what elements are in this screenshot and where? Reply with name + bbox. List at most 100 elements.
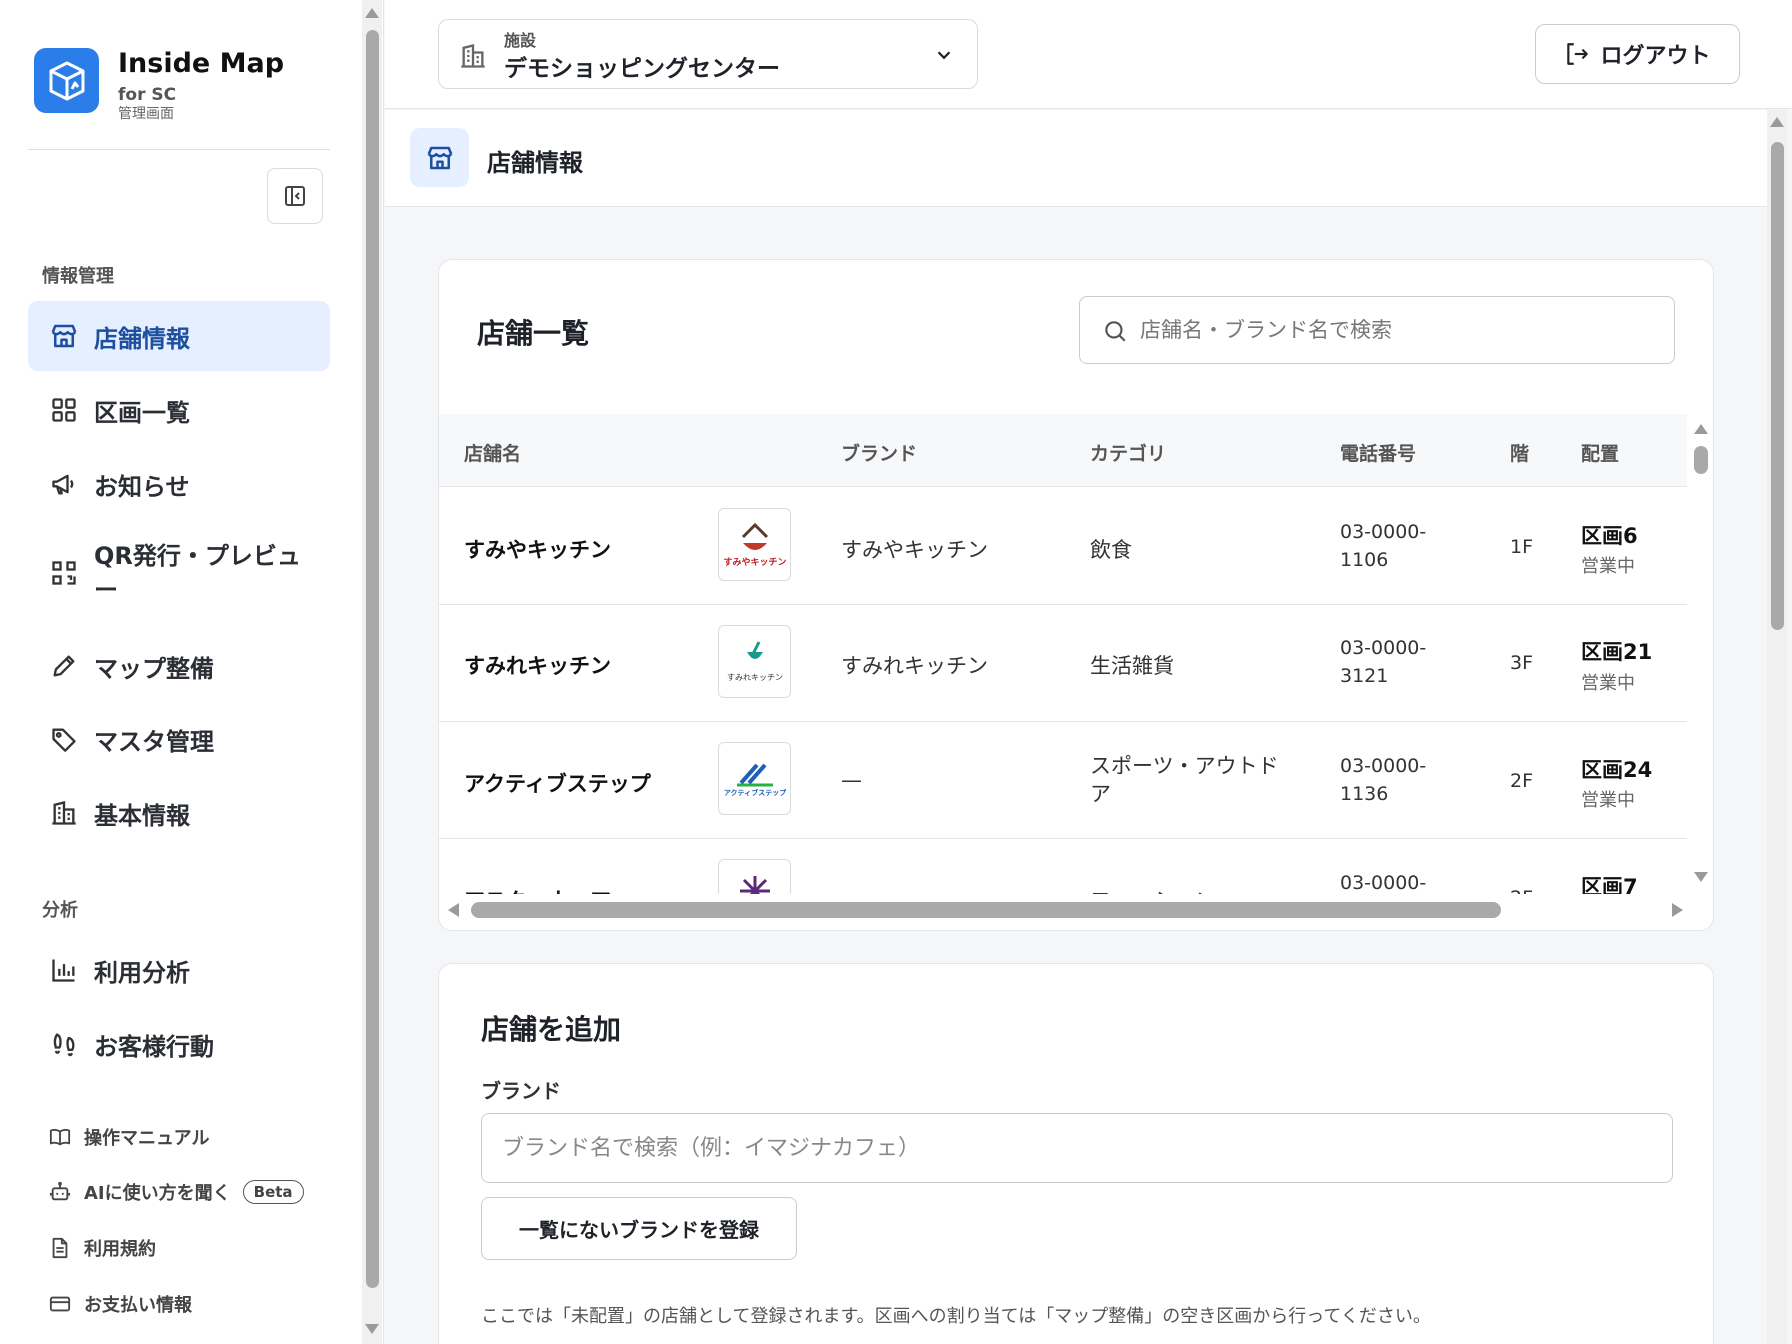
- credit-card-icon: [48, 1292, 72, 1316]
- column-header-phone[interactable]: 電話番号: [1340, 439, 1416, 466]
- sidebar-item-label: 店舗情報: [94, 324, 190, 353]
- sidebar-scroll-thumb[interactable]: [366, 30, 379, 1288]
- store-icon: [410, 128, 469, 187]
- logo-text: すみれキッチン: [727, 673, 783, 682]
- sidebar-item-news[interactable]: お知らせ: [28, 449, 330, 519]
- store-logo: すみやキッチン: [718, 508, 791, 581]
- chevron-down-icon: [933, 44, 955, 70]
- store-table: 店舗名 ブランド カテゴリ 電話番号 階 配置 すみやキッチン すみやキッチン …: [439, 414, 1687, 894]
- facility-label: 施設: [504, 31, 537, 50]
- sidebar-item-basic-info[interactable]: 基本情報: [28, 778, 330, 848]
- sidebar-footer-manual[interactable]: 操作マニュアル: [48, 1124, 209, 1150]
- column-header-name[interactable]: 店舗名: [464, 439, 521, 466]
- sidebar-item-sections[interactable]: 区画一覧: [28, 375, 330, 445]
- pencil-icon: [48, 650, 80, 682]
- collapse-sidebar-button[interactable]: [267, 168, 323, 224]
- slot[interactable]: 区画6: [1581, 520, 1638, 550]
- logo-text: すみやキッチン: [723, 557, 786, 568]
- book-icon: [48, 1125, 72, 1149]
- building-icon: [459, 42, 487, 74]
- store-list-title: 店舗一覧: [477, 317, 590, 350]
- logo-text: アクティブステップ: [723, 788, 786, 797]
- document-icon: [48, 1236, 72, 1260]
- column-header-brand[interactable]: ブランド: [841, 439, 917, 466]
- column-header-floor[interactable]: 階: [1510, 439, 1529, 466]
- scroll-left-arrow-icon[interactable]: [448, 903, 459, 917]
- slot[interactable]: 区画7: [1581, 871, 1638, 894]
- sidebar-item-label: 基本情報: [94, 801, 190, 830]
- sidebar-item-qr[interactable]: QR発行・プレビュー: [28, 533, 330, 613]
- table-row[interactable]: すみれキッチン すみれキッチン すみれキッチン 生活雑貨 03-0000- 312…: [439, 605, 1687, 722]
- status-badge: 営業中: [1581, 673, 1635, 694]
- floor: 1F: [1510, 536, 1534, 558]
- brand-search-input[interactable]: [481, 1113, 1673, 1183]
- add-store-title: 店舗を追加: [481, 1013, 622, 1046]
- store-search[interactable]: [1079, 296, 1675, 364]
- floor: 3F: [1510, 652, 1534, 674]
- footer-item-label: AIに使い方を聞く: [84, 1183, 231, 1204]
- megaphone-icon: [48, 468, 80, 500]
- scroll-down-arrow-icon[interactable]: [1694, 872, 1708, 882]
- sidebar-footer-ask-ai[interactable]: AIに使い方を聞く Beta: [48, 1179, 304, 1205]
- sidebar-item-stores[interactable]: 店舗情報: [28, 301, 330, 371]
- category: スポーツ・アウトドア: [1090, 754, 1279, 806]
- logout-button[interactable]: ログアウト: [1535, 24, 1740, 84]
- section-label-info: 情報管理: [42, 266, 114, 287]
- add-store-note: ここでは「未配置」の店舗として登録されます。区画への割り当ては「マップ整備」の空…: [481, 1306, 1431, 1327]
- phone-number: 03-0000- 1106: [1340, 521, 1427, 571]
- store-logo: [718, 859, 791, 894]
- search-icon: [1102, 318, 1128, 348]
- grid-icon: [48, 394, 80, 426]
- column-header-placement[interactable]: 配置: [1581, 439, 1619, 466]
- scroll-down-arrow-icon[interactable]: [365, 1324, 379, 1334]
- table-row[interactable]: アスターウェア — ファッション 03-0000- 2F 区画7: [439, 839, 1687, 894]
- store-name: すみやキッチン: [464, 538, 611, 562]
- table-scroll-thumb[interactable]: [1694, 446, 1708, 474]
- sidebar-item-master[interactable]: マスタ管理: [28, 704, 330, 774]
- app-subtitle-admin: 管理画面: [118, 106, 174, 122]
- sidebar-item-label: 区画一覧: [94, 398, 190, 427]
- sidebar-footer-billing[interactable]: お支払い情報: [48, 1291, 192, 1317]
- section-label-analysis: 分析: [42, 900, 78, 921]
- main-scroll-thumb[interactable]: [1771, 142, 1784, 630]
- sidebar-item-map[interactable]: マップ整備: [28, 631, 330, 701]
- table-vertical-scrollbar[interactable]: [1687, 414, 1713, 894]
- slot[interactable]: 区画21: [1581, 636, 1652, 666]
- register-brand-button[interactable]: 一覧にないブランドを登録: [481, 1197, 797, 1260]
- brand-name: —: [841, 768, 862, 792]
- column-header-category[interactable]: カテゴリ: [1090, 439, 1166, 466]
- table-horizontal-scrollbar[interactable]: [439, 894, 1713, 930]
- app-logo-icon: [34, 48, 99, 113]
- sidebar-item-customer-behavior[interactable]: お客様行動: [28, 1009, 330, 1079]
- brand-name: —: [841, 885, 862, 894]
- sidebar-scrollbar[interactable]: [362, 0, 382, 1344]
- sidebar-item-label: 利用分析: [94, 958, 190, 987]
- scroll-right-arrow-icon[interactable]: [1672, 903, 1683, 917]
- sidebar-item-label: お客様行動: [94, 1032, 214, 1061]
- main-scrollbar[interactable]: [1767, 110, 1787, 1344]
- store-name: アスターウェア: [464, 885, 611, 894]
- collapse-panel-icon: [285, 186, 305, 206]
- facility-select[interactable]: 施設 デモショッピングセンター: [438, 19, 978, 89]
- app-title: Inside Map: [118, 48, 285, 79]
- footer-item-label: 操作マニュアル: [84, 1128, 210, 1149]
- store-logo: アクティブステップ: [718, 742, 791, 815]
- phone-number: 03-0000-: [1340, 872, 1427, 894]
- sidebar-item-usage-analytics[interactable]: 利用分析: [28, 935, 330, 1005]
- table-row[interactable]: すみやキッチン すみやキッチン すみやキッチン 飲食 03-0000- 1106 …: [439, 488, 1687, 605]
- scroll-up-arrow-icon[interactable]: [1770, 117, 1784, 127]
- scroll-up-arrow-icon[interactable]: [365, 8, 379, 18]
- phone-number: 03-0000- 1136: [1340, 755, 1427, 805]
- store-search-input[interactable]: [1140, 311, 1640, 349]
- sidebar-item-label: マスタ管理: [94, 727, 214, 756]
- footer-item-label: お支払い情報: [84, 1295, 192, 1316]
- brand-name: すみれキッチン: [841, 654, 988, 678]
- scroll-up-arrow-icon[interactable]: [1694, 424, 1708, 434]
- store-name: アクティブステップ: [464, 772, 651, 796]
- slot[interactable]: 区画24: [1581, 754, 1652, 784]
- topbar: 施設 デモショッピングセンター ログアウト: [385, 0, 1792, 109]
- horizontal-scroll-thumb[interactable]: [471, 902, 1501, 918]
- bot-icon: [48, 1180, 72, 1204]
- table-row[interactable]: アクティブステップ アクティブステップ — スポーツ・アウトドア 03-0000…: [439, 722, 1687, 839]
- sidebar-footer-terms[interactable]: 利用規約: [48, 1235, 156, 1261]
